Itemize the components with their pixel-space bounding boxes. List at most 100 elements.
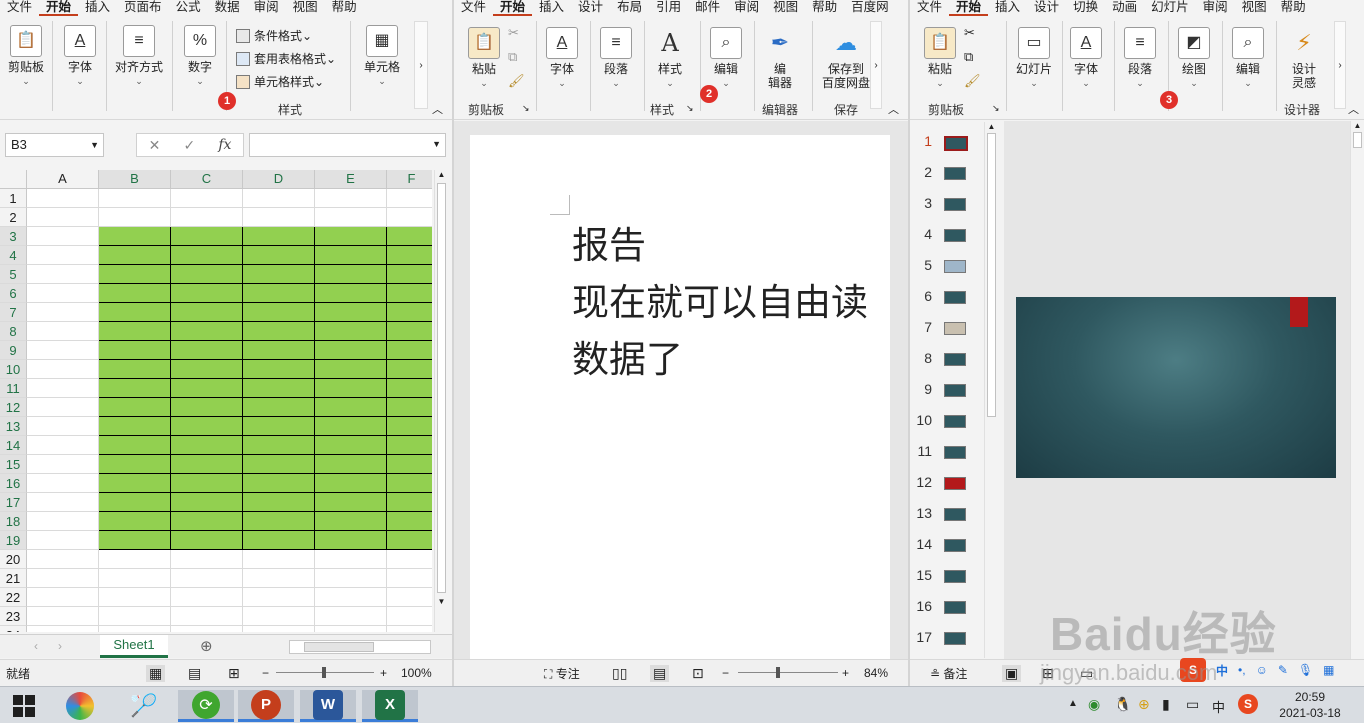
menu-tab[interactable]: 文件 [0, 0, 39, 16]
insert-function-icon[interactable]: fx [218, 137, 231, 153]
grid-cell[interactable] [27, 531, 99, 550]
grid-cell[interactable] [243, 417, 315, 436]
excel-vertical-scrollbar[interactable]: ▲ ▼ [434, 170, 448, 632]
grid-cell[interactable] [315, 455, 387, 474]
document-line[interactable]: 报告 [572, 217, 890, 274]
menu-tab[interactable]: 插入 [988, 0, 1027, 16]
current-slide[interactable] [1016, 297, 1336, 478]
grid-cell[interactable] [387, 626, 432, 632]
menu-tab[interactable]: 动画 [1105, 0, 1144, 16]
zoom-slider[interactable] [276, 667, 374, 678]
ribbon-scroll-right[interactable]: › [870, 21, 882, 109]
row-header[interactable]: 20 [0, 550, 27, 569]
grid-cell[interactable] [243, 550, 315, 569]
grid-cell[interactable] [315, 265, 387, 284]
grid-cell[interactable] [27, 474, 99, 493]
slide-thumbnail[interactable] [944, 446, 966, 459]
grid-cell[interactable] [27, 550, 99, 569]
grid-cell[interactable] [27, 493, 99, 512]
grid-cell[interactable] [387, 531, 432, 550]
taskbar-app-excel[interactable]: X [362, 689, 418, 722]
menu-tab[interactable]: 邮件 [688, 0, 727, 16]
grid-cell[interactable] [243, 607, 315, 626]
grid-cell[interactable] [243, 227, 315, 246]
grid-cell[interactable] [171, 493, 243, 512]
grid-cell[interactable] [387, 398, 432, 417]
tray-overflow-icon[interactable]: ▲ [1068, 698, 1078, 709]
network-icon[interactable]: ▭ [1186, 696, 1199, 713]
grid-cell[interactable] [387, 322, 432, 341]
scroll-up-icon[interactable]: ▲ [435, 170, 448, 179]
grid-cell[interactable] [315, 550, 387, 569]
grid-cell[interactable] [243, 569, 315, 588]
spreadsheet-grid[interactable]: A B C D E F 1 2 3 4 5 6 7 8 9 10 11 12 13 14 15 16 17 18 19 20 21 2… [0, 170, 432, 632]
page-layout-icon[interactable]: ▤ [188, 665, 201, 682]
word-edit-button[interactable]: ⌕ 编辑 ⌄ [708, 27, 744, 90]
row-header[interactable]: 7 [0, 303, 27, 322]
clock[interactable]: 20:59 2021-03-18 [1270, 689, 1350, 721]
grid-cell[interactable] [27, 227, 99, 246]
grid-cell[interactable] [27, 341, 99, 360]
grid-cell[interactable] [387, 303, 432, 322]
grid-cell[interactable] [315, 569, 387, 588]
grid-cell[interactable] [99, 322, 171, 341]
grid-cell[interactable] [99, 417, 171, 436]
slide-thumbnail[interactable] [944, 229, 966, 242]
grid-cell[interactable] [27, 436, 99, 455]
grid-cell[interactable] [99, 493, 171, 512]
grid-cell[interactable] [171, 379, 243, 398]
grid-cell[interactable] [387, 227, 432, 246]
word-paragraph-button[interactable]: ≡ 段落 ⌄ [598, 27, 634, 90]
grid-cell[interactable] [387, 189, 432, 208]
scroll-thumb[interactable] [437, 183, 446, 593]
row-header[interactable]: 5 [0, 265, 27, 284]
confirm-icon[interactable]: ✓ [183, 137, 195, 154]
grid-cell[interactable] [99, 398, 171, 417]
tray-app-icon[interactable]: ◉ [1088, 696, 1100, 713]
grid-cell[interactable] [171, 208, 243, 227]
grid-menu-icon[interactable]: ▦ [1323, 663, 1334, 677]
zoom-in-icon[interactable]: + [842, 666, 849, 680]
grid-cell[interactable] [315, 417, 387, 436]
grid-cell[interactable] [27, 512, 99, 531]
row-header[interactable]: 11 [0, 379, 27, 398]
grid-cell[interactable] [315, 360, 387, 379]
slide-thumbnail[interactable] [944, 260, 966, 273]
formula-input[interactable]: ▼ [249, 133, 446, 157]
slide-thumbnail[interactable] [944, 508, 966, 521]
zoom-slider-thumb[interactable] [776, 667, 780, 678]
taskbar-app-badminton[interactable]: 🏸 [116, 690, 172, 722]
row-header[interactable]: 22 [0, 588, 27, 607]
grid-cell[interactable] [243, 588, 315, 607]
row-header[interactable]: 24 [0, 626, 27, 632]
document-line[interactable]: 现在就可以自由读 [572, 274, 890, 331]
next-sheet-icon[interactable]: › [58, 639, 62, 653]
zoom-out-icon[interactable]: − [722, 666, 729, 680]
grid-cell[interactable] [99, 360, 171, 379]
grid-cell[interactable] [99, 303, 171, 322]
menu-tab[interactable]: 设计 [571, 0, 610, 16]
grid-cell[interactable] [315, 303, 387, 322]
menu-tab[interactable]: 视图 [766, 0, 805, 16]
grid-cell[interactable] [387, 588, 432, 607]
menu-tab[interactable]: 幻灯片 [1144, 0, 1196, 16]
menu-tab[interactable]: 插入 [78, 0, 117, 16]
pen-icon[interactable]: ✎ [1278, 663, 1288, 677]
grid-cell[interactable] [315, 398, 387, 417]
cut-icon[interactable]: ✂ [508, 25, 519, 41]
grid-cell[interactable] [243, 189, 315, 208]
word-font-button[interactable]: A 字体 ⌄ [544, 27, 580, 90]
scroll-up-icon[interactable]: ▲ [985, 122, 998, 131]
grid-cell[interactable] [99, 341, 171, 360]
menu-tab[interactable]: 审阅 [727, 0, 766, 16]
grid-cell[interactable] [27, 626, 99, 632]
grid-cell[interactable] [171, 588, 243, 607]
grid-cell[interactable] [27, 607, 99, 626]
slide-thumbnail[interactable] [944, 415, 966, 428]
grid-cell[interactable] [171, 569, 243, 588]
prev-sheet-icon[interactable]: ‹ [34, 639, 38, 653]
zoom-out-icon[interactable]: − [262, 666, 269, 680]
conditional-format-button[interactable]: 条件格式 ⌄ [236, 27, 312, 44]
grid-cell[interactable] [387, 493, 432, 512]
ribbon-scroll-right[interactable]: › [1334, 21, 1346, 109]
